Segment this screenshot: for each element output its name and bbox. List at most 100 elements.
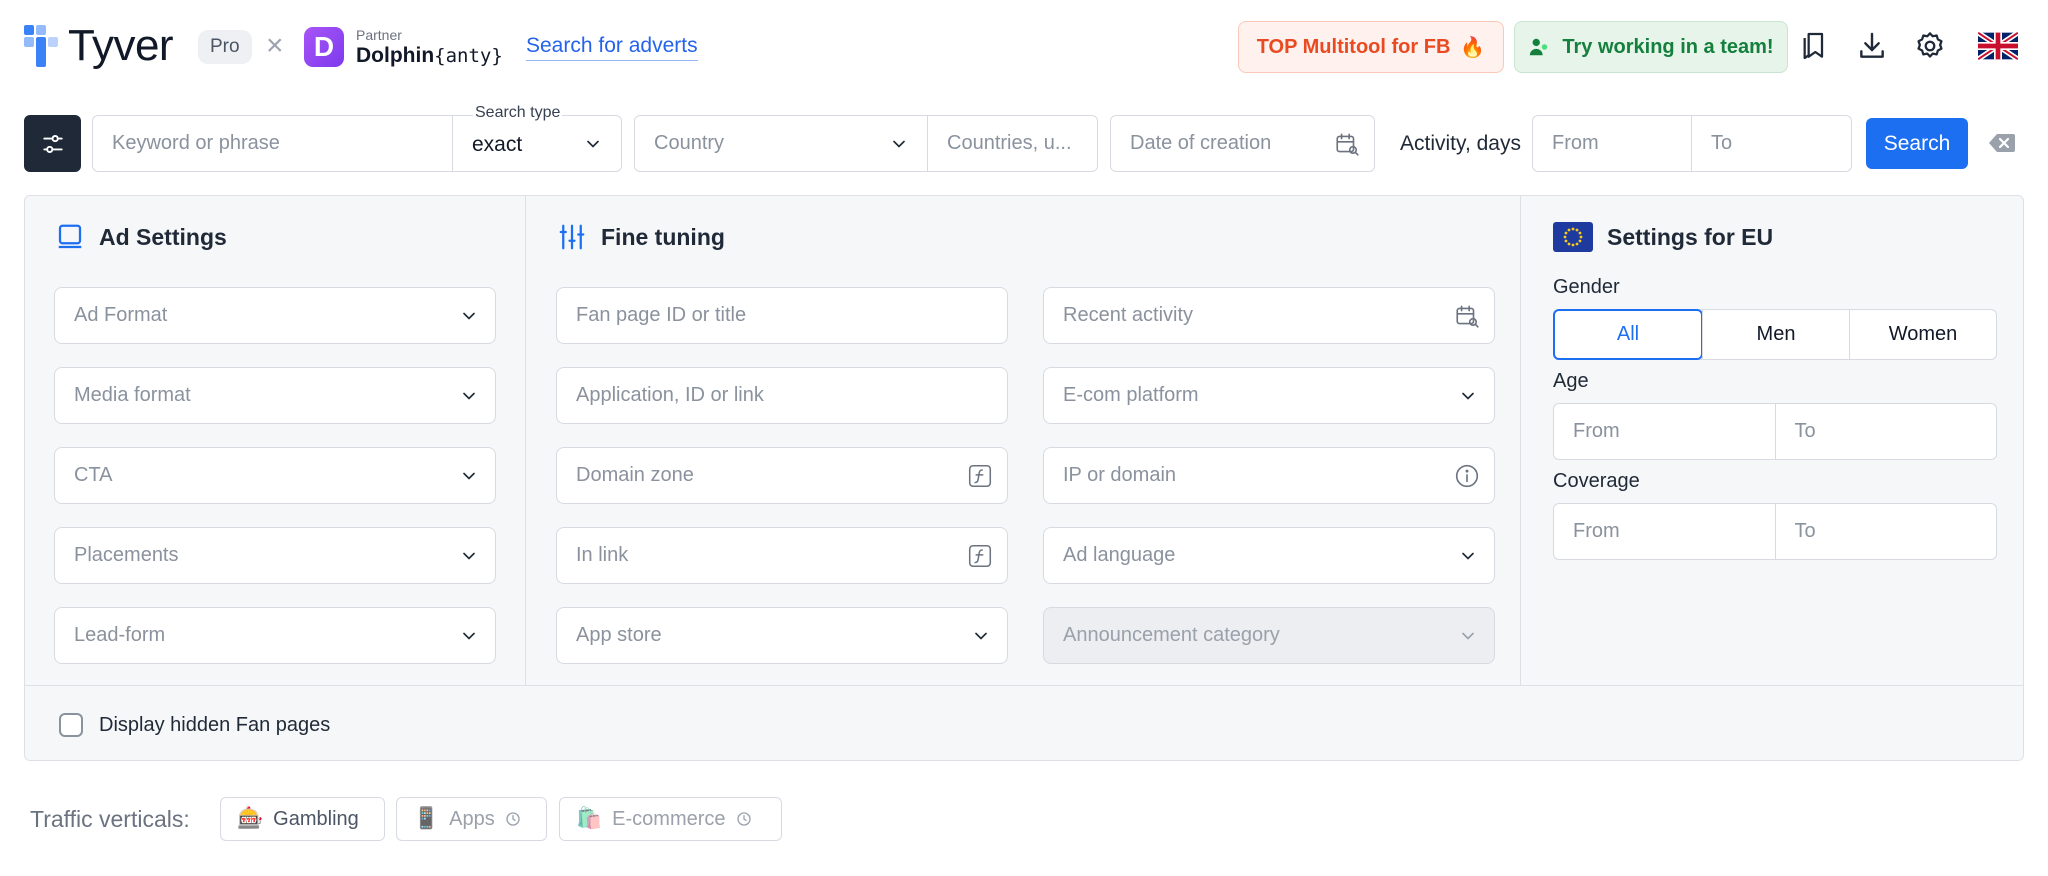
chevron-down-icon (1462, 552, 1474, 560)
chevron-down-icon (463, 632, 475, 640)
app-store-select[interactable]: App store (556, 607, 1008, 664)
activity-days-label: Activity, days (1400, 132, 1521, 155)
chevron-down-icon (463, 312, 475, 320)
coverage-from-input[interactable]: From (1554, 504, 1775, 559)
clear-icon[interactable] (1988, 130, 2016, 156)
display-hidden-row[interactable]: Display hidden Fan pages (59, 713, 330, 737)
in-link-input[interactable]: In link (556, 527, 1008, 584)
chevron-down-icon (463, 472, 475, 480)
calendar-search-icon[interactable] (1454, 303, 1480, 329)
chevron-down-icon (1462, 392, 1474, 400)
search-type-value: exact (472, 133, 523, 156)
function-icon[interactable] (967, 543, 993, 569)
partner-name[interactable]: Dolphin{anty} (356, 44, 503, 68)
gender-option-men[interactable]: Men (1702, 310, 1849, 359)
chevron-down-icon (1462, 632, 1474, 640)
chevron-down-icon (893, 140, 905, 148)
top-multitool-label: TOP Multitool for FB (1256, 35, 1451, 58)
filters-panel: Ad Settings Ad Format Media format CTA P… (24, 195, 2024, 761)
calendar-search-icon[interactable] (1334, 131, 1360, 157)
domain-zone-input[interactable]: Domain zone (556, 447, 1008, 504)
try-team-label: Try working in a team! (1562, 35, 1774, 58)
announcement-category-select: Announcement category (1043, 607, 1495, 664)
bookmarks-icon[interactable] (1798, 30, 1830, 62)
coverage-label: Coverage (1553, 470, 1640, 492)
activity-from-input[interactable]: From (1532, 115, 1692, 172)
traffic-verticals-label: Traffic verticals: (30, 806, 190, 832)
pro-badge: Pro (198, 30, 252, 64)
cta-select[interactable]: CTA (54, 447, 496, 504)
recent-activity-input[interactable]: Recent activity (1043, 287, 1495, 344)
age-label: Age (1553, 370, 1589, 392)
date-placeholder: Date of creation (1130, 132, 1272, 154)
placements-select[interactable]: Placements (54, 527, 496, 584)
ad-format-select[interactable]: Ad Format (54, 287, 496, 344)
chip-ecommerce[interactable]: 🛍️ E-commerce (559, 797, 782, 841)
eu-flag-icon (1553, 222, 1593, 252)
ecom-platform-select[interactable]: E-com platform (1043, 367, 1495, 424)
fine-tuning-title: Fine tuning (557, 222, 725, 252)
info-icon[interactable] (1454, 463, 1480, 489)
search-adverts-link[interactable]: Search for adverts (526, 34, 698, 61)
chevron-down-icon (463, 392, 475, 400)
phone-icon: 📱 (413, 807, 440, 830)
media-format-select[interactable]: Media format (54, 367, 496, 424)
search-button[interactable]: Search (1866, 118, 1968, 169)
user-icon (1530, 38, 1548, 56)
date-of-creation-input[interactable]: Date of creation (1110, 115, 1375, 172)
header: Tyver Pro × D Partner Dolphin{anty} Sear… (0, 0, 2048, 94)
search-type-label: Search type (473, 104, 563, 122)
coverage-to-input[interactable]: To (1774, 504, 1997, 559)
age-range: From To (1553, 403, 1997, 460)
top-multitool-button[interactable]: TOP Multitool for FB 🔥 (1238, 21, 1504, 73)
country-select[interactable]: Country (634, 115, 928, 172)
dolphin-logo-icon: D (304, 27, 344, 67)
country-placeholder: Country (654, 132, 725, 154)
tyver-logo[interactable]: Tyver (24, 21, 174, 70)
chevron-down-icon (975, 632, 987, 640)
ad-settings-title: Ad Settings (55, 222, 227, 252)
logo-text: Tyver (68, 21, 174, 70)
slot-machine-icon: 🎰 (237, 807, 264, 830)
chevron-down-icon (587, 140, 599, 148)
lead-form-select[interactable]: Lead-form (54, 607, 496, 664)
search-type-select[interactable]: exact (452, 115, 622, 172)
activity-to-placeholder: To (1711, 132, 1733, 154)
function-icon[interactable] (967, 463, 993, 489)
clock-icon (736, 812, 751, 826)
times-icon: × (266, 29, 284, 62)
gender-segmented-control: All Men Women (1553, 309, 1997, 360)
chip-gambling[interactable]: 🎰 Gambling (220, 797, 385, 841)
try-team-button[interactable]: Try working in a team! (1514, 21, 1788, 73)
tyver-logo-icon (24, 25, 58, 67)
keyword-input[interactable]: Keyword or phrase (92, 115, 453, 172)
gender-option-women[interactable]: Women (1849, 310, 1996, 359)
chevron-down-icon (463, 552, 475, 560)
display-hidden-checkbox[interactable] (59, 713, 83, 737)
clock-icon (506, 812, 520, 826)
partner-label: Partner (356, 27, 402, 43)
eu-settings-title: Settings for EU (1553, 222, 1773, 252)
coverage-range: From To (1553, 503, 1997, 560)
uk-flag-icon[interactable] (1978, 30, 2018, 62)
chip-apps[interactable]: 📱 Apps (396, 797, 547, 841)
ad-language-select[interactable]: Ad language (1043, 527, 1495, 584)
settings-icon[interactable] (1914, 30, 1946, 62)
age-to-input[interactable]: To (1774, 404, 1997, 459)
shopping-bags-icon: 🛍️ (576, 807, 603, 830)
layers-icon (58, 224, 82, 249)
fan-page-input[interactable]: Fan page ID or title (556, 287, 1008, 344)
activity-to-input[interactable]: To (1691, 115, 1852, 172)
sliders-icon (42, 134, 63, 153)
keyword-placeholder: Keyword or phrase (112, 132, 280, 154)
display-hidden-label: Display hidden Fan pages (99, 713, 331, 736)
download-icon[interactable] (1856, 30, 1888, 62)
filter-toggle-button[interactable] (24, 115, 81, 172)
countries-placeholder: Countries, u... (947, 132, 1072, 154)
ip-domain-input[interactable]: IP or domain (1043, 447, 1495, 504)
countries-input[interactable]: Countries, u... (927, 115, 1098, 172)
application-input[interactable]: Application, ID or link (556, 367, 1008, 424)
gender-option-all[interactable]: All (1553, 309, 1703, 360)
age-from-input[interactable]: From (1554, 404, 1775, 459)
fire-icon: 🔥 (1460, 36, 1486, 59)
